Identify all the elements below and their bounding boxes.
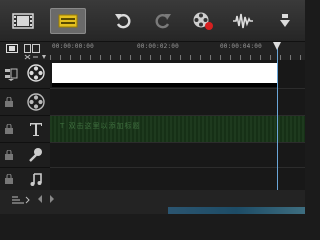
- track-header-music[interactable]: [0, 168, 50, 190]
- timeline-toolbar: [0, 0, 305, 42]
- track-headers: [0, 60, 50, 190]
- record-capture-button[interactable]: [185, 8, 221, 34]
- track-manager-icon[interactable]: [24, 44, 40, 53]
- lock-icon[interactable]: [4, 124, 14, 134]
- filmstrip-icon: [12, 13, 34, 29]
- ruler-tick-label: 00:00:04:00: [220, 43, 262, 50]
- music-track[interactable]: [50, 168, 305, 190]
- redo-icon: [155, 14, 171, 29]
- title-track-icon: [27, 120, 45, 138]
- audio-mixer-icon: [233, 13, 253, 29]
- more-icon: [280, 14, 290, 27]
- lock-icon[interactable]: [4, 150, 14, 160]
- voice-track[interactable]: [50, 143, 305, 168]
- storyboard-icon: [58, 14, 78, 28]
- scroll-left-icon[interactable]: [36, 194, 44, 204]
- undo-icon: [115, 14, 131, 29]
- undo-button[interactable]: [105, 8, 141, 34]
- redo-button[interactable]: [145, 8, 181, 34]
- track-header-title[interactable]: [0, 116, 50, 143]
- record-capture-icon: [193, 12, 213, 30]
- scroll-right-icon[interactable]: [48, 194, 56, 204]
- track-header-voice[interactable]: [0, 143, 50, 168]
- timeline-ruler[interactable]: 00:00:00:00 00:00:02:00 00:00:04:00: [50, 42, 305, 60]
- background-preview-strip: [168, 207, 305, 214]
- playhead-marker[interactable]: [273, 42, 281, 50]
- zoom-fit-icon[interactable]: [10, 195, 30, 205]
- track-header-video[interactable]: [0, 60, 50, 89]
- video-track-settings-icon[interactable]: [4, 67, 18, 81]
- filmstrip-view-button[interactable]: [5, 8, 41, 34]
- timeline-tracks: T 双击这里以添加标题: [50, 60, 305, 190]
- storyboard-view-button[interactable]: [50, 8, 86, 34]
- ruler-tick-label: 00:00:02:00: [137, 43, 179, 50]
- video-track-icon: [27, 64, 45, 82]
- microphone-icon: [28, 147, 44, 163]
- playhead-line[interactable]: [277, 42, 278, 190]
- lock-icon[interactable]: [4, 174, 14, 184]
- title-track-hint: T 双击这里以添加标题: [60, 122, 141, 130]
- lock-icon[interactable]: [4, 97, 14, 107]
- overlay-track[interactable]: [50, 89, 305, 116]
- video-track[interactable]: [50, 60, 305, 89]
- overlay-track-icon: [27, 93, 45, 111]
- music-note-icon: [28, 171, 44, 187]
- video-clip[interactable]: [52, 63, 278, 87]
- track-header-overlay[interactable]: [0, 89, 50, 116]
- audio-mixer-button[interactable]: [225, 8, 261, 34]
- more-tools-button[interactable]: [270, 8, 300, 34]
- filmstrip-mode-icon[interactable]: [6, 44, 18, 53]
- ruler-tick-label: 00:00:00:00: [52, 43, 94, 50]
- title-track[interactable]: T 双击这里以添加标题: [50, 116, 305, 143]
